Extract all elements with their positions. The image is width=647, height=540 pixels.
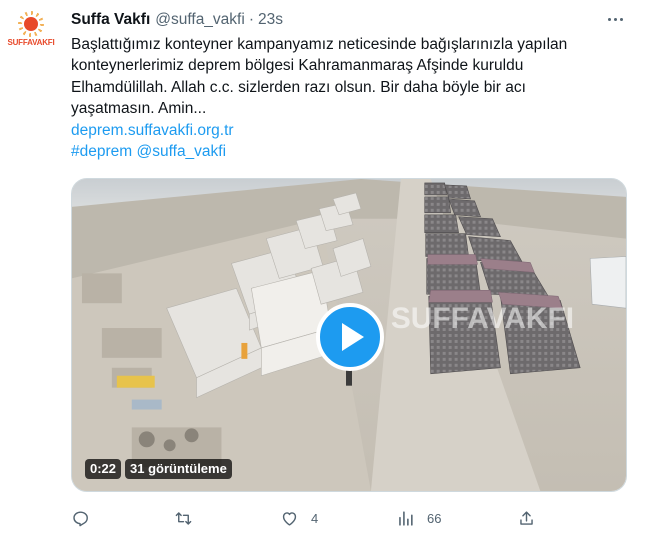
tweet-header: Suffa Vakfı @suffa_vakfi · 23s <box>71 10 283 30</box>
display-name[interactable]: Suffa Vakfı <box>71 11 150 29</box>
reply-button[interactable] <box>71 506 102 530</box>
views-button[interactable]: 66 <box>396 506 441 530</box>
video-duration: 0:22 <box>85 459 122 479</box>
like-button[interactable]: 4 <box>280 506 318 530</box>
video-badges: 0:22 31 görüntüleme <box>85 459 232 479</box>
user-handle[interactable]: @suffa_vakfi <box>155 11 245 29</box>
views-count: 66 <box>427 510 442 526</box>
avatar[interactable]: SUFFAVAKFI <box>6 11 56 54</box>
share-icon <box>520 510 533 525</box>
avatar-logo-text: SUFFAVAKFI <box>7 38 55 47</box>
mention-link[interactable]: @suffa_vakfi <box>137 143 227 160</box>
heart-icon <box>282 511 297 526</box>
tweet-text-line: konteynerlerimiz deprem bölgesi Kahraman… <box>71 57 524 75</box>
tweet-actions: 4 66 <box>71 506 591 530</box>
separator-dot: · <box>248 11 254 28</box>
share-button[interactable] <box>517 506 536 530</box>
analytics-icon <box>399 510 413 526</box>
logo-figure-icon <box>24 17 38 31</box>
tweet-text-line: yaşatmasın. Amin... <box>71 100 207 118</box>
video-player[interactable]: SUFFAVAKFI 0:22 31 görüntüleme <box>71 178 627 492</box>
tweet[interactable]: SUFFAVAKFI Suffa Vakfı @suffa_vakfi · 23… <box>0 0 647 540</box>
tweet-text-line: Elhamdülillah. Allah c.c. sizlerden razı… <box>71 78 526 96</box>
tweet-text-line: Başlattığımız konteyner kampanyamız neti… <box>71 36 568 53</box>
play-icon <box>342 323 364 351</box>
retweet-icon <box>175 511 192 525</box>
tweet-text: Başlattığımız konteyner kampanyamız neti… <box>71 34 631 162</box>
video-view-count: 31 görüntüleme <box>125 459 232 479</box>
website-link[interactable]: deprem.suffavakfi.org.tr <box>71 122 234 139</box>
hashtag-link[interactable]: #deprem <box>71 143 132 160</box>
more-options-icon[interactable] <box>603 9 627 29</box>
video-watermark: SUFFAVAKFI <box>391 302 574 335</box>
timestamp[interactable]: 23s <box>258 11 283 29</box>
reply-icon <box>73 510 88 526</box>
retweet-button[interactable] <box>174 506 205 530</box>
like-count: 4 <box>311 510 319 526</box>
play-button[interactable] <box>316 303 384 371</box>
